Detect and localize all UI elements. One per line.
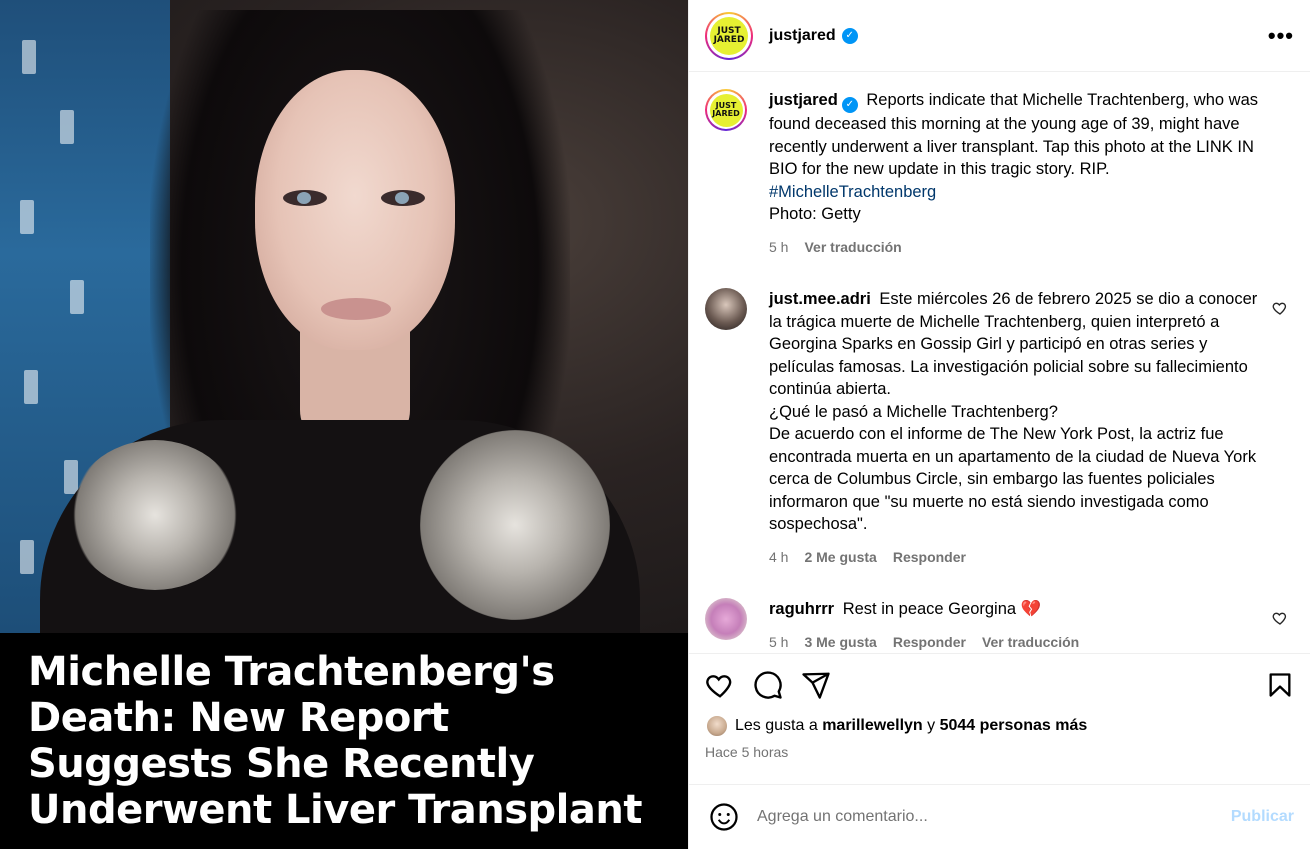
portrait-dress [40, 420, 640, 633]
portrait-face [255, 70, 455, 350]
like-heart-icon[interactable] [705, 670, 735, 700]
comment-input[interactable] [757, 808, 1231, 826]
post-header: JUST JARED justjared ✓ ••• [689, 0, 1310, 72]
comment-likes[interactable]: 2 Me gusta [804, 546, 876, 569]
likes-count[interactable]: 5044 personas más [940, 717, 1088, 735]
likes-summary: Les gusta a marillewellyn y 5044 persona… [705, 714, 1294, 738]
reply-button[interactable]: Responder [893, 546, 966, 569]
comment-text: De acuerdo con el informe de The New Yor… [769, 425, 1257, 534]
publish-button[interactable]: Publicar [1231, 808, 1294, 826]
caption-credit: Photo: Getty [769, 205, 861, 224]
like-comment-heart-icon[interactable] [1272, 300, 1288, 316]
save-bookmark-icon[interactable] [1266, 670, 1294, 700]
liker-username[interactable]: marillewellyn [822, 717, 923, 735]
avatar-logo-text: JUST JARED [709, 93, 743, 127]
post-timestamp[interactable]: Hace 5 horas [705, 744, 1294, 760]
caption-translate-link[interactable]: Ver traducción [804, 236, 901, 259]
commenter-avatar[interactable] [705, 598, 747, 641]
comment-text: Rest in peace Georgina [842, 600, 1017, 619]
comment-username[interactable]: raguhrrr [769, 600, 834, 618]
comment-translate-link[interactable]: Ver traducción [982, 631, 1079, 653]
author-username[interactable]: justjared [769, 27, 836, 45]
comment-time[interactable]: 4 h [769, 546, 788, 569]
comment-bubble-icon[interactable] [753, 670, 783, 700]
post-actions-bar: Les gusta a marillewellyn y 5044 persona… [689, 653, 1310, 760]
post-caption: JUST JARED justjared ✓ Reports indicate t… [705, 89, 1294, 258]
add-comment-bar: Publicar [689, 784, 1310, 849]
more-options-icon[interactable]: ••• [1268, 23, 1294, 49]
caption-time[interactable]: 5 h [769, 236, 788, 259]
commenter-avatar[interactable] [705, 288, 747, 331]
like-comment-heart-icon[interactable] [1272, 610, 1288, 626]
verified-badge-icon: ✓ [841, 27, 858, 44]
image-headline-block: Michelle Trachtenberg's Death: New Repor… [0, 633, 688, 849]
comment-likes[interactable]: 3 Me gusta [804, 631, 876, 653]
comment-time[interactable]: 5 h [769, 631, 788, 653]
caption-hashtag[interactable]: #MichelleTrachtenberg [769, 183, 936, 201]
comment-username[interactable]: just.mee.adri [769, 290, 871, 308]
verified-badge-icon: ✓ [841, 97, 858, 114]
reply-button[interactable]: Responder [893, 631, 966, 653]
likes-conj: y [927, 717, 936, 734]
comment-item: raguhrrr Rest in peace Georgina 💔 5 h 3 … [705, 598, 1294, 653]
broken-heart-emoji: 💔 [1020, 600, 1042, 619]
comment-text: ¿Qué le pasó a Michelle Trachtenberg? [769, 402, 1058, 421]
likes-prefix: Les gusta a [735, 717, 818, 734]
author-avatar[interactable]: JUST JARED [705, 11, 753, 60]
caption-author-avatar[interactable]: JUST JARED [705, 89, 747, 131]
comment-item: just.mee.adri Este miércoles 26 de febre… [705, 288, 1294, 568]
image-headline: Michelle Trachtenberg's Death: New Repor… [28, 649, 642, 833]
post-media[interactable]: Michelle Trachtenberg's Death: New Repor… [0, 0, 688, 849]
emoji-smiley-icon[interactable] [709, 802, 739, 832]
post-side-panel: JUST JARED justjared ✓ ••• JUST JARED ju… [688, 0, 1310, 849]
caption-username[interactable]: justjared [769, 91, 838, 109]
comments-list[interactable]: JUST JARED justjared ✓ Reports indicate t… [689, 73, 1310, 653]
avatar-logo-text: JUST JARED [710, 16, 748, 55]
liker-avatar[interactable] [705, 714, 729, 738]
post-photo [0, 0, 688, 633]
share-paper-plane-icon[interactable] [801, 670, 831, 700]
